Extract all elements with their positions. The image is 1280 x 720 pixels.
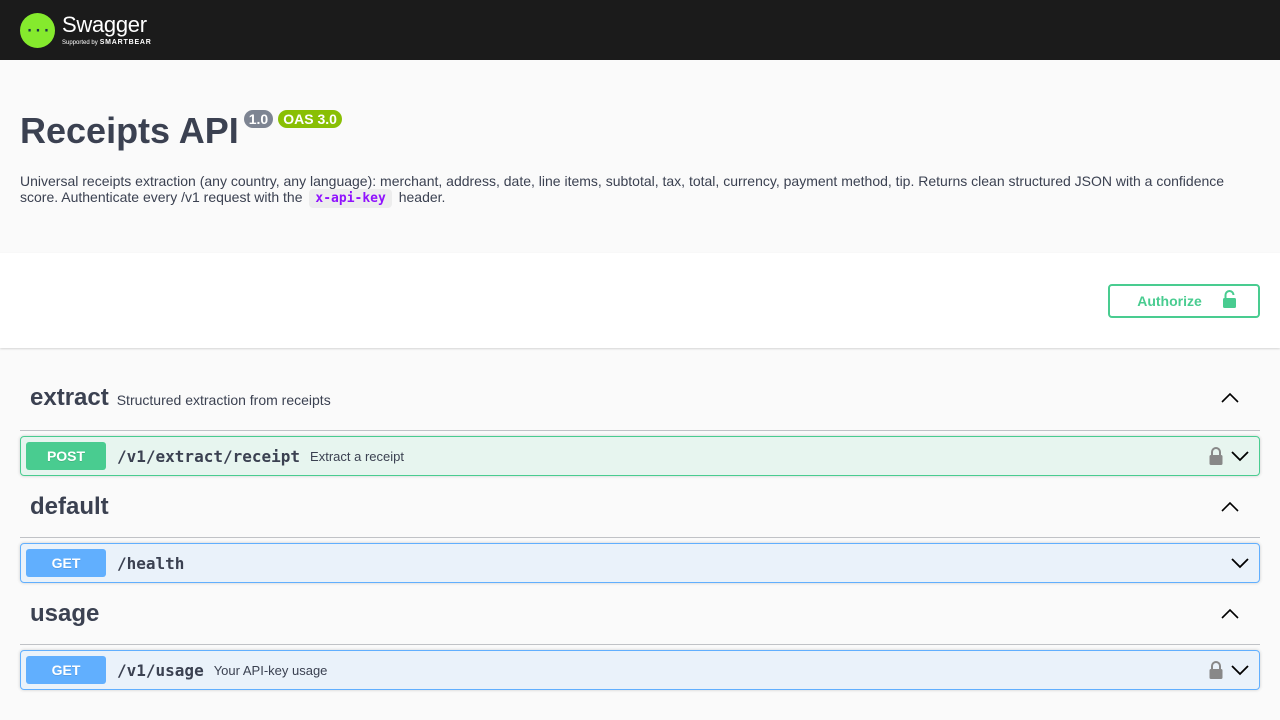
topbar: {···} Swagger Supported by SMARTBEAR <box>0 0 1280 60</box>
lock-icon[interactable] <box>1208 660 1224 680</box>
tag-name: extract <box>30 384 109 411</box>
chevron-up-icon[interactable] <box>1220 497 1240 517</box>
operation-path: /health <box>117 553 185 573</box>
operation-summary: Your API-key usage <box>213 662 328 678</box>
method-badge: POST <box>26 442 106 470</box>
operation-summary: Extract a receipt <box>310 448 404 464</box>
tag-name: usage <box>30 599 100 627</box>
tag-header-usage[interactable]: usage <box>20 583 1260 645</box>
chevron-down-icon[interactable] <box>1230 553 1250 573</box>
opblock-get-health[interactable]: GET /health <box>20 543 1260 583</box>
swagger-logo-icon: {···} <box>20 12 55 48</box>
description-text: Universal receipts extraction (any count… <box>20 173 1225 205</box>
api-description: Universal receipts extraction (any count… <box>20 173 1240 208</box>
logo-subtitle: Supported by SMARTBEAR <box>62 39 152 46</box>
api-title: Receipts API <box>20 110 239 151</box>
tag-header-default[interactable]: default <box>20 476 1260 538</box>
tag-description: Structured extraction from receipts <box>116 391 331 408</box>
chevron-down-icon[interactable] <box>1230 446 1250 466</box>
api-info: Receipts API 1.0 OAS 3.0 Universal recei… <box>0 60 1280 253</box>
version-badge: 1.0 <box>243 110 274 128</box>
tag-section-extract: extract Structured extraction from recei… <box>20 366 1260 476</box>
method-badge: GET <box>26 656 106 684</box>
chevron-down-icon[interactable] <box>1230 660 1250 680</box>
method-badge: GET <box>26 549 106 577</box>
operation-path: /v1/extract/receipt <box>117 446 301 466</box>
tag-header-extract[interactable]: extract Structured extraction from recei… <box>20 366 1260 431</box>
chevron-up-icon[interactable] <box>1220 604 1240 624</box>
operation-path: /v1/usage <box>117 660 204 680</box>
oas-badge: OAS 3.0 <box>278 110 342 128</box>
operations: extract Structured extraction from recei… <box>0 348 1280 690</box>
logo-sub-brand: SMARTBEAR <box>99 39 152 46</box>
tag-section-default: default GET /health <box>20 476 1260 583</box>
unlocked-icon <box>1222 290 1237 311</box>
scheme-container: Authorize <box>0 253 1280 348</box>
description-text-end: header. <box>398 189 446 205</box>
swagger-logo[interactable]: {···} Swagger Supported by SMARTBEAR <box>20 12 152 48</box>
chevron-up-icon[interactable] <box>1220 388 1240 408</box>
logo-name: Swagger <box>62 12 147 37</box>
tag-section-usage: usage GET /v1/usage Your API-key usage <box>20 583 1260 690</box>
tag-name: default <box>30 492 109 520</box>
opblock-post-extract-receipt[interactable]: POST /v1/extract/receipt Extract a recei… <box>20 436 1260 476</box>
api-key-code: x-api-key <box>309 189 392 208</box>
logo-sub-prefix: Supported by <box>62 40 98 46</box>
authorize-label: Authorize <box>1137 292 1202 309</box>
svg-text:{···}: {···} <box>26 23 50 39</box>
lock-icon[interactable] <box>1208 446 1224 466</box>
opblock-get-usage[interactable]: GET /v1/usage Your API-key usage <box>20 650 1260 690</box>
authorize-button[interactable]: Authorize <box>1108 283 1260 318</box>
